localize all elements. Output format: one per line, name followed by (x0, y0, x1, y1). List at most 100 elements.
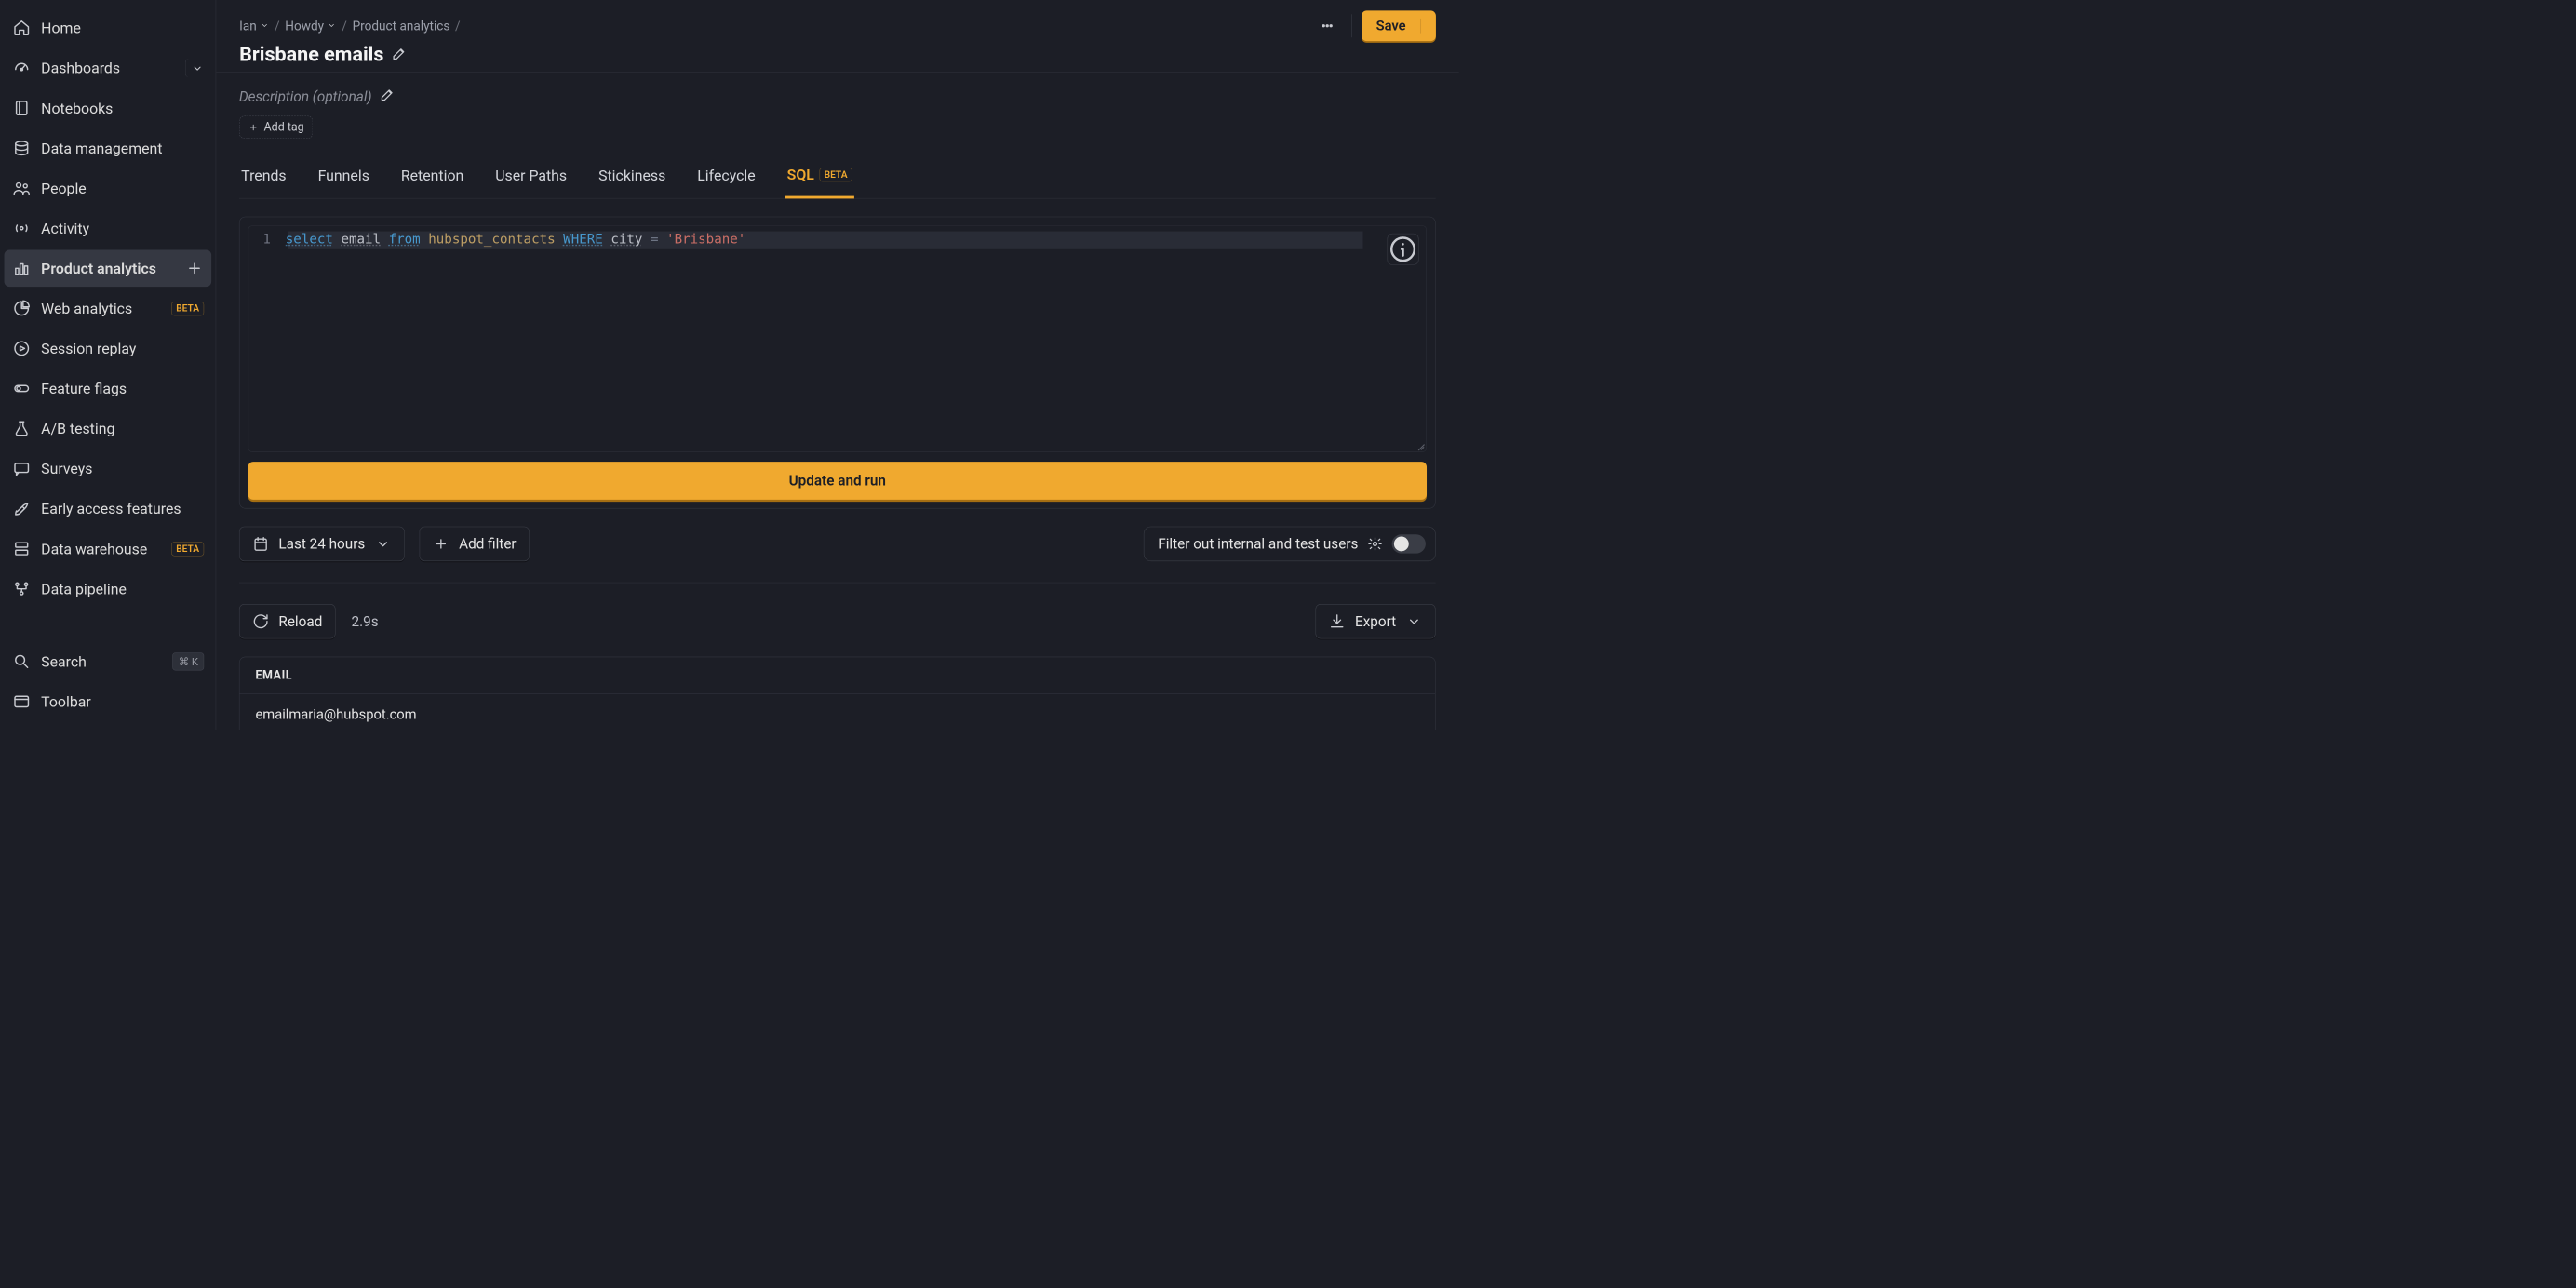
sidebar-item-people[interactable]: People (5, 169, 212, 207)
sidebar-item-notebooks[interactable]: Notebooks (5, 89, 212, 127)
sidebar-search[interactable]: Search ⌘ K (5, 643, 212, 680)
breadcrumb-item[interactable]: Howdy (285, 19, 336, 34)
sidebar-item-data-warehouse[interactable]: Data warehouse BETA (5, 530, 212, 568)
breadcrumb-separator: / (342, 19, 347, 34)
tab-lifecycle[interactable]: Lifecycle (695, 166, 758, 198)
sql-editor[interactable]: 1 select email from hubspot_contacts WHE… (248, 225, 1427, 452)
tab-user-paths[interactable]: User Paths (493, 166, 569, 198)
header: Ian / Howdy / Product analytics / (216, 0, 1459, 73)
bar-chart-icon (11, 259, 32, 279)
save-button[interactable]: Save (1362, 10, 1436, 41)
sidebar: Home Dashboards Notebooks Data managemen… (0, 0, 216, 730)
tab-trends[interactable]: Trends (239, 166, 288, 198)
sidebar-item-label: People (41, 180, 87, 197)
main-area: Ian / Howdy / Product analytics / (216, 0, 1459, 730)
beta-badge: BETA (171, 542, 204, 556)
chevron-down-icon[interactable] (185, 59, 204, 77)
date-range-picker[interactable]: Last 24 hours (239, 527, 405, 561)
description-field[interactable]: Description (optional) (239, 87, 1436, 106)
sidebar-item-data-pipeline[interactable]: Data pipeline (5, 570, 212, 608)
sidebar-toolbar[interactable]: Toolbar (5, 683, 212, 720)
plus-icon (248, 122, 259, 132)
search-icon (11, 651, 32, 672)
sidebar-item-early-access[interactable]: Early access features (5, 490, 212, 528)
pencil-icon[interactable] (391, 46, 407, 63)
toggle-icon (11, 379, 32, 399)
add-tag-button[interactable]: Add tag (239, 116, 313, 139)
more-button[interactable] (1312, 11, 1342, 41)
reload-icon (252, 613, 269, 630)
export-button[interactable]: Export (1316, 604, 1436, 638)
gauge-icon (11, 58, 32, 78)
reload-button[interactable]: Reload (239, 604, 336, 638)
gear-icon[interactable] (1368, 537, 1383, 552)
calendar-icon (252, 535, 269, 552)
breadcrumb-item[interactable]: Ian (239, 19, 269, 34)
page-title: Brisbane emails (239, 43, 383, 66)
tab-funnels[interactable]: Funnels (316, 166, 372, 198)
sidebar-item-label: Session replay (41, 340, 136, 357)
sidebar-item-feature-flags[interactable]: Feature flags (5, 370, 212, 408)
chevron-down-icon (1406, 613, 1423, 630)
breadcrumb-separator: / (455, 19, 461, 34)
line-number: 1 (248, 232, 286, 247)
sidebar-item-web-analytics[interactable]: Web analytics BETA (5, 290, 212, 328)
sidebar-item-label: Data pipeline (41, 580, 127, 597)
sidebar-item-label: Search (41, 652, 87, 670)
flask-icon (11, 419, 32, 439)
tabs: Trends Funnels Retention User Paths Stic… (239, 166, 1436, 198)
toggle-switch[interactable] (1392, 534, 1426, 553)
chevron-down-icon[interactable] (1420, 19, 1435, 34)
server-icon (11, 539, 32, 559)
resize-handle[interactable] (1416, 442, 1425, 450)
sidebar-item-surveys[interactable]: Surveys (5, 450, 212, 488)
sidebar-item-label: Surveys (41, 460, 92, 477)
sidebar-item-label: Dashboards (41, 60, 120, 77)
download-icon (1329, 613, 1346, 630)
pencil-icon (380, 87, 396, 106)
pie-chart-icon (11, 299, 32, 319)
sidebar-item-session-replay[interactable]: Session replay (5, 330, 212, 368)
divider (239, 583, 1436, 584)
sidebar-item-label: Feature flags (41, 380, 127, 397)
sidebar-item-label: Notebooks (41, 100, 113, 117)
ellipsis-icon (1320, 19, 1335, 34)
beta-badge: BETA (171, 302, 204, 315)
results-table: EMAIL emailmaria@hubspot.com (239, 657, 1436, 730)
database-icon (11, 138, 32, 158)
sidebar-item-ab-testing[interactable]: A/B testing (5, 410, 212, 448)
sidebar-item-data-management[interactable]: Data management (5, 129, 212, 167)
column-header[interactable]: EMAIL (240, 657, 1436, 694)
sidebar-item-label: Data management (41, 140, 162, 157)
info-button[interactable] (1388, 234, 1419, 265)
breadcrumb-item[interactable]: Product analytics (353, 19, 450, 34)
chevron-down-icon (375, 535, 392, 552)
sidebar-item-product-analytics[interactable]: Product analytics (5, 249, 212, 287)
add-filter-button[interactable]: Add filter (420, 527, 530, 561)
sidebar-item-label: Toolbar (41, 693, 91, 711)
tab-retention[interactable]: Retention (399, 166, 466, 198)
sidebar-item-home[interactable]: Home (5, 9, 212, 47)
chevron-down-icon (327, 19, 336, 34)
table-row[interactable]: emailmaria@hubspot.com (240, 694, 1436, 730)
sidebar-item-dashboards[interactable]: Dashboards (5, 49, 212, 87)
sidebar-item-activity[interactable]: Activity (5, 209, 212, 247)
live-icon (11, 218, 32, 238)
sidebar-item-label: Early access features (41, 500, 181, 517)
search-kbd: ⌘ K (172, 652, 204, 670)
sidebar-item-label: A/B testing (41, 420, 114, 437)
divider (1351, 14, 1352, 37)
query-timing: 2.9s (352, 613, 379, 630)
people-icon (11, 178, 32, 198)
plus-icon[interactable] (185, 259, 204, 277)
sidebar-item-label: Home (41, 20, 81, 37)
breadcrumb: Ian / Howdy / Product analytics / (239, 19, 461, 34)
notebook-icon (11, 98, 32, 118)
tab-stickiness[interactable]: Stickiness (597, 166, 668, 198)
sidebar-item-label: Data warehouse (41, 540, 147, 557)
plus-icon (433, 535, 449, 552)
update-run-button[interactable]: Update and run (248, 462, 1427, 500)
filter-internal-users: Filter out internal and test users (1144, 527, 1436, 561)
tab-sql[interactable]: SQL BETA (785, 166, 854, 198)
info-icon (1388, 234, 1418, 264)
